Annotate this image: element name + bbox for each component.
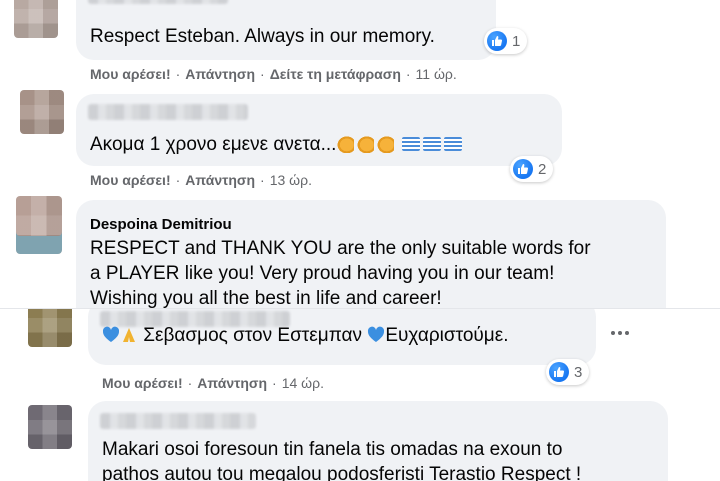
comment-actions: Μου αρέσει! · Απάντηση · 13 ώρ. [90, 172, 312, 188]
reply-link[interactable]: Απάντηση [185, 66, 255, 82]
flexed-biceps-emoji [336, 135, 355, 153]
comment-line: RESPECT and THANK YOU are the only suita… [90, 238, 591, 259]
blue-heart-emoji [102, 326, 120, 342]
like-link[interactable]: Μου αρέσει! [102, 375, 183, 391]
avatar[interactable] [28, 309, 72, 347]
thumbs-up-icon [549, 362, 569, 382]
comment-bubble: Despoina Demitriou RESPECT and THANK YOU… [76, 200, 666, 308]
comment-text: Σεβασμος στον Εστεμπαν Ευχαριστούμε. [102, 323, 509, 348]
thumbs-up-icon [513, 159, 533, 179]
comment-3: Despoina Demitriou RESPECT and THANK YOU… [0, 196, 720, 308]
comment-actions: Μου αρέσει! · Απάντηση · Δείτε τη μετάφραση ·… [90, 66, 457, 82]
timestamp[interactable]: 13 ώρ. [270, 172, 312, 188]
timestamp[interactable]: 14 ώρ. [282, 375, 324, 391]
like-link[interactable]: Μου αρέσει! [90, 66, 171, 82]
reaction-badge[interactable]: 2 [510, 156, 554, 182]
greek-flag-emoji [401, 137, 420, 151]
blue-heart-emoji [368, 326, 385, 342]
reaction-badge[interactable]: 1 [484, 28, 528, 54]
comment-line: Makari osoi foresoun tin fanela tis omad… [102, 439, 563, 460]
flexed-biceps-emoji [356, 135, 375, 153]
comment-line: pathos autou tou megalou podosferisti Te… [102, 464, 582, 481]
avatar[interactable] [28, 405, 72, 449]
timestamp[interactable]: 11 ώρ. [416, 66, 457, 82]
comment-line: Wishing you all the best in life and car… [90, 288, 442, 308]
more-horizontal-icon[interactable] [606, 323, 634, 343]
comment-2: Ακομα 1 χρονο εμενε ανετα... 2 Μου αρέσε… [0, 90, 720, 196]
avatar[interactable] [14, 0, 58, 38]
comment-text: Ακομα 1 χρονο εμενε ανετα... [90, 132, 465, 157]
comment-line: a PLAYER like you! Very proud having you… [90, 263, 555, 284]
comment-bubble: Makari osoi foresoun tin fanela tis omad… [88, 401, 668, 481]
greek-flag-emoji [443, 137, 462, 151]
author-name-blurred [100, 413, 256, 429]
avatar[interactable] [20, 90, 64, 134]
reply-link[interactable]: Απάντηση [185, 172, 255, 188]
reply-link[interactable]: Απάντηση [197, 375, 267, 391]
author-name-blurred [88, 0, 228, 4]
reaction-count: 1 [512, 32, 521, 50]
comment-1: Respect Esteban. Always in our memory. 1… [0, 0, 720, 90]
greek-flag-emoji [422, 137, 441, 151]
reaction-badge[interactable]: 3 [546, 359, 590, 385]
like-link[interactable]: Μου αρέσει! [90, 172, 171, 188]
folded-hands-emoji [123, 328, 135, 342]
avatar[interactable] [16, 196, 62, 254]
reaction-count: 3 [574, 363, 583, 381]
lower-comments-panel: Σεβασμος στον Εστεμπαν Ευχαριστούμε. 3 Μ… [0, 308, 720, 481]
flexed-biceps-emoji [376, 135, 395, 153]
reaction-count: 2 [538, 160, 547, 178]
comment-actions: Μου αρέσει! · Απάντηση · 14 ώρ. [102, 375, 324, 391]
author-name[interactable]: Despoina Demitriou [90, 216, 232, 233]
translate-link[interactable]: Δείτε τη μετάφραση [270, 66, 401, 82]
comment-bubble: Respect Esteban. Always in our memory. [76, 0, 496, 60]
thumbs-up-icon [487, 31, 507, 51]
author-name-blurred [88, 104, 248, 120]
comment-bubble: Ακομα 1 χρονο εμενε ανετα... [76, 94, 562, 166]
comment-bubble: Σεβασμος στον Εστεμπαν Ευχαριστούμε. [88, 309, 596, 365]
comment-text: Respect Esteban. Always in our memory. [90, 26, 435, 47]
